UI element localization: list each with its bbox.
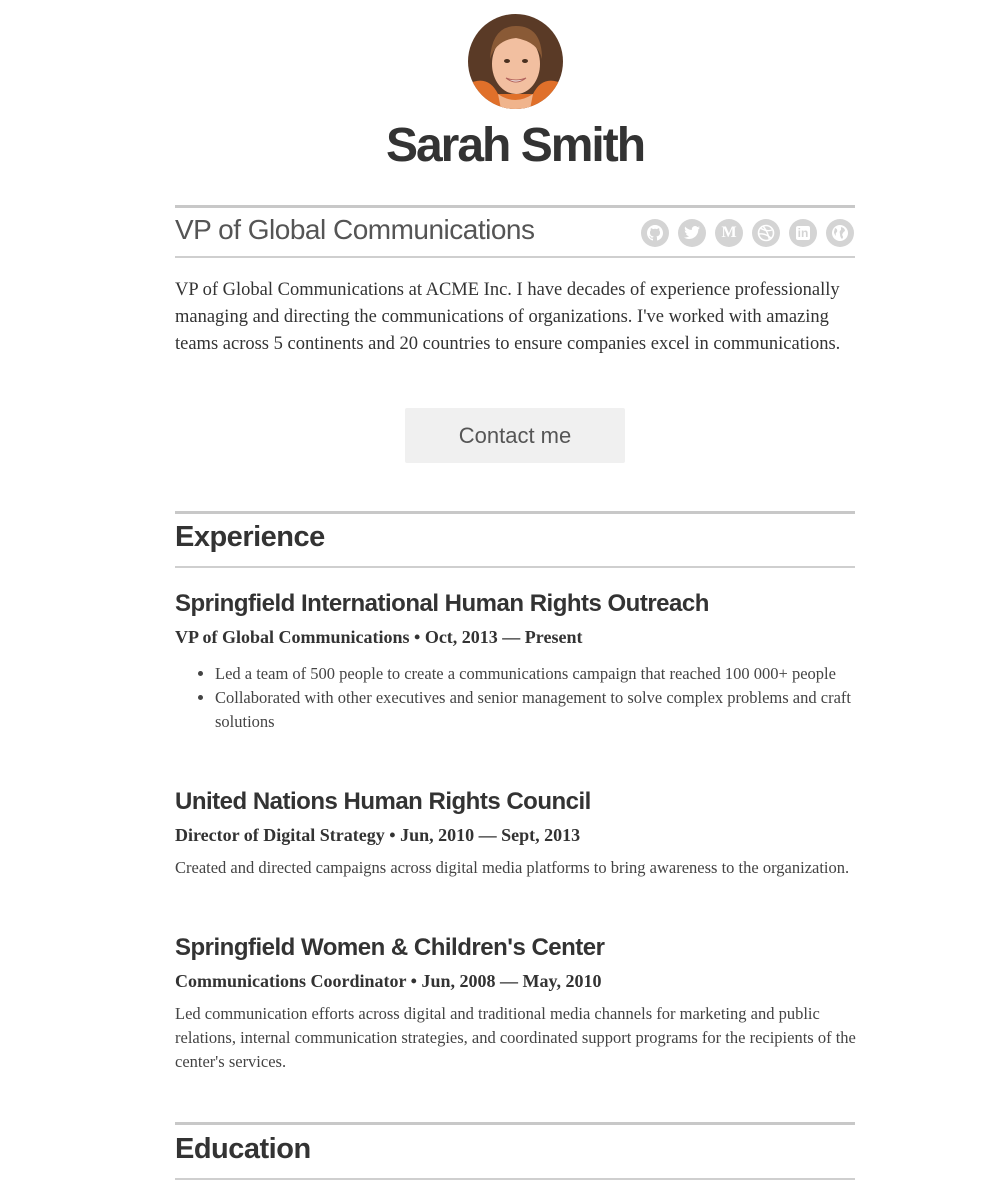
medium-letter: M xyxy=(721,224,737,241)
job-organization: Springfield International Human Rights O… xyxy=(175,590,709,617)
education-bottom-divider xyxy=(175,1178,855,1180)
globe-icon[interactable] xyxy=(826,219,854,247)
profile-title: VP of Global Communications xyxy=(175,214,535,245)
list-item: Led a team of 500 people to create a com… xyxy=(215,662,855,686)
resume-page: Sarah Smith VP of Global Communications … xyxy=(0,0,1000,1198)
education-heading: Education xyxy=(175,1133,311,1165)
education-top-divider xyxy=(175,1122,855,1125)
job-role-dates: Communications Coordinator • Jun, 2008 —… xyxy=(175,971,602,991)
profile-bio: VP of Global Communications at ACME Inc.… xyxy=(175,280,841,354)
experience-bottom-divider xyxy=(175,566,855,568)
avatar xyxy=(468,14,563,109)
job-description: Led communication efforts across digital… xyxy=(175,1004,856,1071)
experience-top-divider xyxy=(175,511,855,514)
header-top-divider xyxy=(175,205,855,208)
job-role-dates: VP of Global Communications • Oct, 2013 … xyxy=(175,627,583,647)
job-organization: United Nations Human Rights Council xyxy=(175,788,591,815)
medium-icon[interactable]: M xyxy=(715,219,743,247)
contact-me-button[interactable]: Contact me xyxy=(405,408,625,463)
dribbble-icon[interactable] xyxy=(752,219,780,247)
profile-name: Sarah Smith xyxy=(385,119,646,172)
header-bottom-divider xyxy=(175,256,855,258)
linkedin-icon[interactable]: in xyxy=(789,219,817,247)
linkedin-letters: in xyxy=(795,226,811,240)
job-role-dates: Director of Digital Strategy • Jun, 2010… xyxy=(175,825,581,845)
github-icon[interactable] xyxy=(641,219,669,247)
twitter-icon[interactable] xyxy=(678,219,706,247)
list-item: Collaborated with other executives and s… xyxy=(215,686,855,734)
job-bullet-list: Led a team of 500 people to create a com… xyxy=(175,662,855,734)
profile-photo xyxy=(468,14,563,109)
job-description: Created and directed campaigns across di… xyxy=(175,858,850,877)
job-organization: Springfield Women & Children's Center xyxy=(175,934,605,961)
social-links: M in xyxy=(641,219,854,247)
experience-heading: Experience xyxy=(175,521,325,553)
